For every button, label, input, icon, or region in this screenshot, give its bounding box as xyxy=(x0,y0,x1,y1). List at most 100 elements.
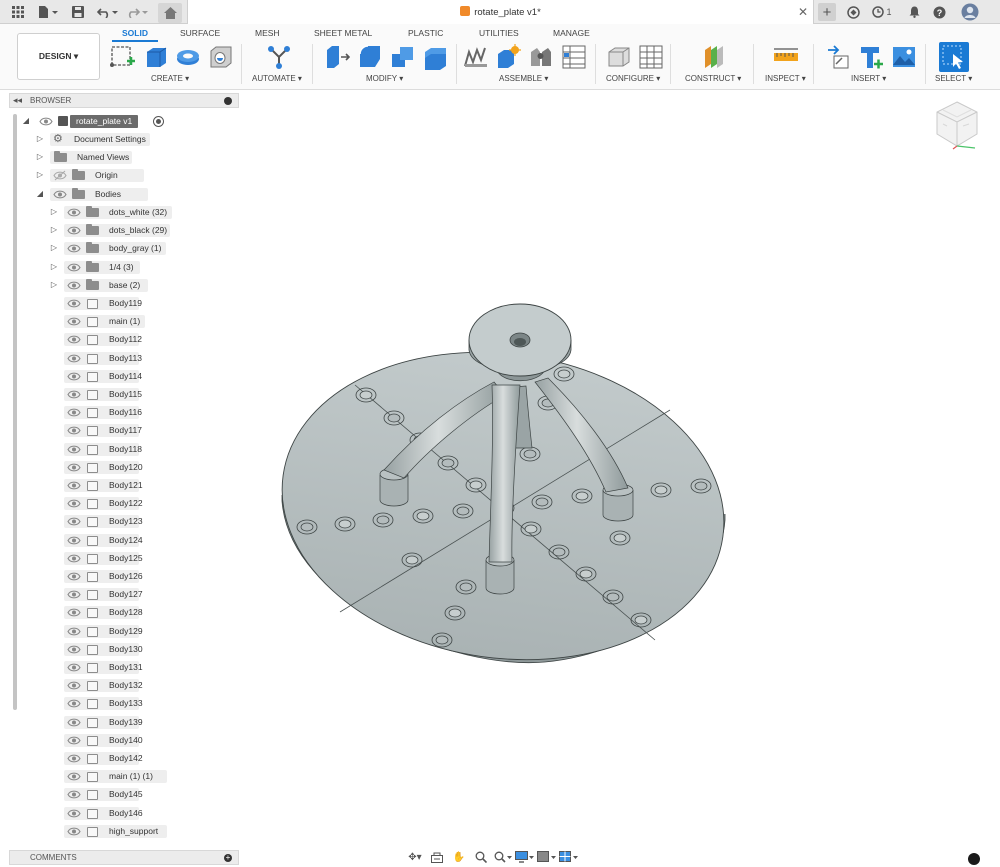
select-tool-icon[interactable] xyxy=(939,42,969,72)
group-assemble[interactable]: ASSEMBLE ▾ xyxy=(499,74,548,83)
pan-icon[interactable]: ✋ xyxy=(449,849,469,865)
visibility-eye-icon[interactable] xyxy=(67,243,81,254)
tree-body-item[interactable]: Body122 xyxy=(20,496,240,511)
tab-sheet-metal[interactable]: SHEET METAL xyxy=(314,28,372,38)
tree-body-item[interactable]: Body140 xyxy=(20,733,240,748)
shell-icon[interactable] xyxy=(422,44,448,70)
visibility-eye-icon[interactable] xyxy=(67,589,81,600)
visibility-eye-icon[interactable] xyxy=(67,280,81,291)
tab-manage[interactable]: MANAGE xyxy=(553,28,590,38)
press-pull-icon[interactable] xyxy=(324,44,351,70)
tree-body-item[interactable]: Body113 xyxy=(20,351,240,366)
new-component-icon[interactable] xyxy=(463,44,489,70)
configure-icon[interactable] xyxy=(606,44,632,70)
group-automate[interactable]: AUTOMATE ▾ xyxy=(252,74,302,83)
joint-icon[interactable] xyxy=(495,44,521,70)
comments-panel[interactable]: COMMENTS + xyxy=(9,850,239,865)
new-tab-icon[interactable]: + xyxy=(818,3,836,21)
measure-icon[interactable] xyxy=(773,44,799,70)
group-construct[interactable]: CONSTRUCT ▾ xyxy=(685,74,741,83)
tab-utilities[interactable]: UTILITIES xyxy=(479,28,519,38)
bill-of-materials-icon[interactable] xyxy=(561,44,587,70)
visibility-eye-icon[interactable] xyxy=(67,698,81,709)
tree-body-item[interactable]: main (1) xyxy=(20,314,240,329)
fit-icon[interactable] xyxy=(493,849,513,865)
group-create[interactable]: CREATE ▾ xyxy=(151,74,189,83)
visibility-eye-icon[interactable] xyxy=(67,316,81,327)
tree-body-item[interactable]: Body131 xyxy=(20,660,240,675)
tree-folder-body-gray[interactable]: ▷ body_gray (1) xyxy=(20,241,240,256)
tree-body-item[interactable]: Body124 xyxy=(20,533,240,548)
fillet-icon[interactable] xyxy=(357,44,383,70)
expand-arrow-icon[interactable]: ▷ xyxy=(36,152,44,161)
visibility-eye-icon[interactable] xyxy=(67,480,81,491)
help-icon[interactable]: ? xyxy=(931,3,947,21)
tree-body-item[interactable]: Body145 xyxy=(20,787,240,802)
tree-named-views[interactable]: ▷ Named Views xyxy=(20,150,240,165)
visibility-eye-icon[interactable] xyxy=(67,789,81,800)
tree-body-item[interactable]: Body142 xyxy=(20,751,240,766)
file-menu-icon[interactable] xyxy=(36,3,60,21)
visual-style-icon[interactable] xyxy=(537,849,557,865)
group-inspect[interactable]: INSPECT ▾ xyxy=(765,74,806,83)
tree-body-item[interactable]: Body112 xyxy=(20,332,240,347)
tree-origin[interactable]: ▷ Origin xyxy=(20,168,240,183)
tree-folder-quarter[interactable]: ▷ 1/4 (3) xyxy=(20,260,240,275)
tree-folder-base[interactable]: ▷ base (2) xyxy=(20,278,240,293)
insert-mesh-icon[interactable] xyxy=(858,44,884,70)
tree-folder-dots-black[interactable]: ▷ dots_black (29) xyxy=(20,223,240,238)
display-settings-icon[interactable] xyxy=(515,849,535,865)
add-comment-button[interactable]: + xyxy=(224,854,232,862)
tree-body-item[interactable]: Body117 xyxy=(20,423,240,438)
hidden-eye-icon[interactable] xyxy=(53,170,67,181)
visibility-eye-icon[interactable] xyxy=(67,808,81,819)
group-configure[interactable]: CONFIGURE ▾ xyxy=(606,74,660,83)
offset-plane-icon[interactable] xyxy=(701,44,727,70)
expand-arrow-icon[interactable]: ▷ xyxy=(36,170,44,179)
visibility-eye-icon[interactable] xyxy=(67,717,81,728)
expand-arrow-icon[interactable]: ▷ xyxy=(50,243,58,252)
tree-body-item[interactable]: Body125 xyxy=(20,551,240,566)
group-insert[interactable]: INSERT ▾ xyxy=(851,74,886,83)
tree-body-item[interactable]: Body126 xyxy=(20,569,240,584)
collapse-arrow-icon[interactable]: ◢ xyxy=(36,189,44,198)
tree-body-item[interactable]: Body133 xyxy=(20,696,240,711)
visibility-eye-icon[interactable] xyxy=(67,626,81,637)
visibility-eye-icon[interactable] xyxy=(67,607,81,618)
create-sketch-icon[interactable] xyxy=(110,44,136,70)
tree-body-item[interactable]: Body121 xyxy=(20,478,240,493)
tree-body-item[interactable]: Body120 xyxy=(20,460,240,475)
orbit-icon[interactable]: ✥▾ xyxy=(405,849,425,865)
tree-body-item[interactable]: main (1) (1) xyxy=(20,769,240,784)
visibility-eye-icon[interactable] xyxy=(67,407,81,418)
redo-icon[interactable] xyxy=(126,3,150,21)
visibility-eye-icon[interactable] xyxy=(67,444,81,455)
visibility-eye-icon[interactable] xyxy=(67,353,81,364)
expand-arrow-icon[interactable]: ▷ xyxy=(36,134,44,143)
visibility-eye-icon[interactable] xyxy=(67,771,81,782)
tree-body-item[interactable]: Body132 xyxy=(20,678,240,693)
workspace-switcher[interactable]: DESIGN ▾ xyxy=(17,33,100,80)
configuration-table-icon[interactable] xyxy=(638,44,664,70)
collapse-panel-icon[interactable]: ◂◂ xyxy=(13,95,22,106)
visibility-eye-icon[interactable] xyxy=(67,334,81,345)
save-icon[interactable] xyxy=(70,3,86,21)
expand-arrow-icon[interactable]: ▷ xyxy=(50,225,58,234)
visibility-eye-icon[interactable] xyxy=(67,662,81,673)
group-modify[interactable]: MODIFY ▾ xyxy=(366,74,403,83)
tree-body-item[interactable]: Body129 xyxy=(20,624,240,639)
extensions-icon[interactable] xyxy=(845,3,861,21)
visibility-eye-icon[interactable] xyxy=(67,462,81,473)
visibility-eye-icon[interactable] xyxy=(67,389,81,400)
tab-plastic[interactable]: PLASTIC xyxy=(408,28,443,38)
visibility-eye-icon[interactable] xyxy=(67,680,81,691)
tree-body-item[interactable]: Body128 xyxy=(20,605,240,620)
document-tab[interactable]: rotate_plate v1* ✕ xyxy=(187,0,814,25)
grid-settings-icon[interactable] xyxy=(559,849,579,865)
expand-arrow-icon[interactable]: ▷ xyxy=(50,280,58,289)
tree-bodies[interactable]: ◢ Bodies xyxy=(20,187,240,202)
tree-body-item[interactable]: high_support xyxy=(20,824,240,839)
notifications-bell-icon[interactable] xyxy=(906,3,922,21)
group-select[interactable]: SELECT ▾ xyxy=(935,74,972,83)
browser-scrollbar[interactable] xyxy=(13,114,17,710)
